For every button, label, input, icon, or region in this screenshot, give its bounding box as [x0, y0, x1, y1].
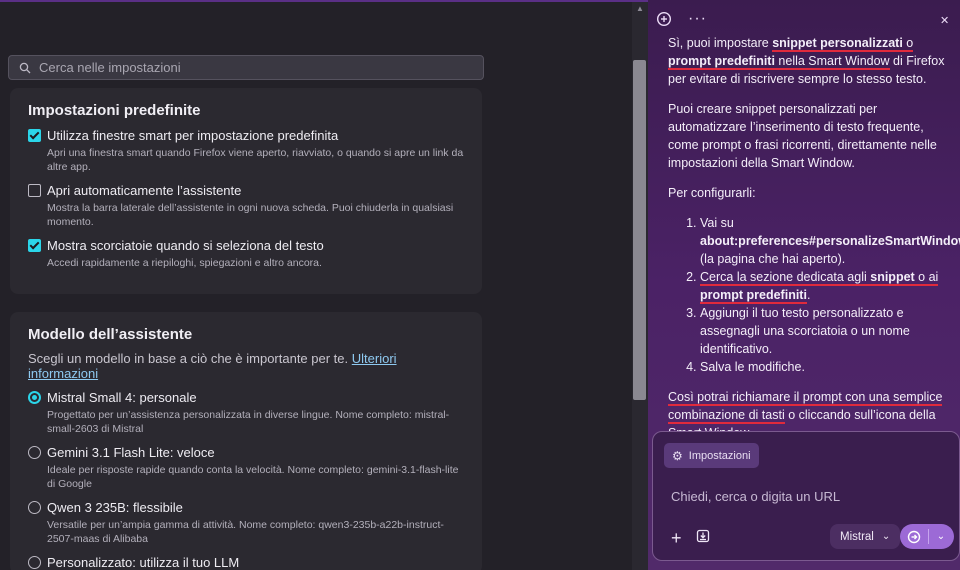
steps-list: Vai su about:preferences#personalizeSmar…	[668, 214, 960, 376]
text-span: Cerca la sezione dedicata agli	[700, 270, 871, 286]
option-description: Apri una finestra smart quando Firefox v…	[47, 147, 464, 173]
model-card: Modello dell’assistente Scegli un modell…	[10, 312, 482, 570]
radio-mistral[interactable]	[28, 391, 41, 404]
model-description: Ideale per risposte rapide quando conta …	[47, 464, 459, 490]
scrollbar-thumb[interactable]	[633, 60, 646, 400]
bold-url: about:preferences#personalizeSmartWindow	[700, 234, 960, 248]
text-span: Vai su	[700, 216, 734, 230]
search-placeholder: Cerca nelle impostazioni	[39, 60, 181, 75]
option-open-assistant[interactable]: Apri automaticamente l’assistente Mostra…	[28, 182, 464, 229]
more-icon[interactable]: ···	[688, 10, 707, 28]
composer: ⚙ Impostazioni Chiedi, cerca o digita un…	[652, 431, 960, 561]
model-option-qwen[interactable]: Qwen 3 235B: flessibile Versatile per un…	[28, 499, 464, 546]
gear-icon: ⚙	[672, 448, 683, 463]
text-span: .	[806, 288, 811, 302]
context-chip-settings[interactable]: ⚙ Impostazioni	[664, 443, 759, 468]
send-options-chevron-icon[interactable]: ⌄	[929, 531, 953, 542]
defaults-card: Impostazioni predefinite Utilizza finest…	[10, 88, 482, 294]
chevron-down-icon: ⌄	[881, 531, 891, 542]
list-item: Cerca la sezione dedicata agli snippet o…	[700, 268, 954, 304]
settings-search-input[interactable]: Cerca nelle impostazioni	[8, 55, 484, 80]
text-span: o	[902, 36, 914, 52]
bold-prompt: prompt predefiniti	[700, 288, 807, 304]
scroll-up-arrow-icon[interactable]: ▲	[635, 4, 645, 14]
text-span: (la pagina che hai aperto).	[700, 252, 846, 266]
radio-gemini[interactable]	[28, 446, 41, 459]
option-label: Mostra scorciatoie quando si seleziona d…	[47, 238, 324, 253]
model-description: Versatile per un’ampia gamma di attività…	[47, 519, 444, 545]
checkbox-text-shortcuts[interactable]	[28, 239, 41, 252]
bold-prompt: prompt predefiniti	[668, 54, 775, 70]
model-label: Mistral Small 4: personale	[47, 390, 197, 405]
response-paragraph: Per configurarli:	[668, 186, 756, 200]
model-option-custom[interactable]: Personalizzato: utilizza il tuo LLM	[28, 554, 464, 570]
radio-qwen[interactable]	[28, 501, 41, 514]
option-description: Accedi rapidamente a riepiloghi, spiegaz…	[47, 257, 322, 269]
option-label: Apri automaticamente l’assistente	[47, 183, 242, 198]
list-item: Salva le modifiche.	[700, 358, 954, 376]
send-icon[interactable]	[900, 524, 928, 549]
assistant-response: Sì, puoi impostare snippet personalizzat…	[668, 34, 960, 454]
list-item: Aggiungi il tuo testo personalizzato e a…	[700, 304, 954, 358]
close-icon[interactable]: ✕	[940, 14, 949, 27]
checkbox-smart-window-default[interactable]	[28, 129, 41, 142]
text-span: o ai	[914, 270, 939, 286]
response-paragraph: Sì, puoi impostare snippet personalizzat…	[668, 34, 954, 88]
chip-label: Impostazioni	[688, 449, 751, 462]
model-subtitle-text: Scegli un modello in base a ciò che è im…	[28, 351, 349, 366]
new-chat-icon[interactable]	[656, 11, 672, 27]
option-label: Utilizza finestre smart per impostazione…	[47, 128, 339, 143]
model-label: Gemini 3.1 Flash Lite: veloce	[47, 445, 215, 460]
save-icon[interactable]	[696, 529, 710, 543]
model-title: Modello dell’assistente	[28, 326, 193, 343]
model-description: Progettato per un’assistenza personalizz…	[47, 409, 450, 435]
model-label: Qwen 3 235B: flessibile	[47, 500, 183, 515]
bold-snippet: snippet personalizzati	[772, 36, 903, 52]
model-option-mistral[interactable]: Mistral Small 4: personale Progettato pe…	[28, 389, 464, 436]
response-paragraph: Puoi creare snippet personalizzati per a…	[668, 102, 937, 170]
assistant-panel: ··· ✕ Sì, puoi impostare snippet persona…	[648, 0, 960, 570]
defaults-title: Impostazioni predefinite	[28, 102, 201, 119]
model-selector-label: Mistral	[840, 530, 874, 543]
checkbox-open-assistant[interactable]	[28, 184, 41, 197]
radio-custom[interactable]	[28, 556, 41, 569]
option-description: Mostra la barra laterale dell’assistente…	[47, 202, 454, 228]
text-span: nella Smart Window	[774, 54, 890, 70]
bold-snippet: snippet	[870, 270, 915, 286]
list-item: Vai su about:preferences#personalizeSmar…	[700, 214, 960, 268]
option-text-shortcuts[interactable]: Mostra scorciatoie quando si seleziona d…	[28, 237, 464, 270]
search-icon	[19, 62, 31, 73]
plus-icon[interactable]: +	[671, 528, 682, 549]
composer-input[interactable]: Chiedi, cerca o digita un URL	[671, 489, 840, 504]
text-span: Sì, puoi impostare	[668, 36, 773, 50]
model-selector[interactable]: Mistral ⌄	[830, 524, 901, 549]
option-smart-window-default[interactable]: Utilizza finestre smart per impostazione…	[28, 127, 464, 174]
model-label: Personalizzato: utilizza il tuo LLM	[47, 555, 240, 570]
model-subtitle: Scegli un modello in base a ciò che è im…	[28, 351, 464, 381]
send-button[interactable]: ⌄	[900, 524, 954, 549]
model-option-gemini[interactable]: Gemini 3.1 Flash Lite: veloce Ideale per…	[28, 444, 464, 491]
settings-page: Cerca nelle impostazioni Impostazioni pr…	[0, 2, 632, 570]
